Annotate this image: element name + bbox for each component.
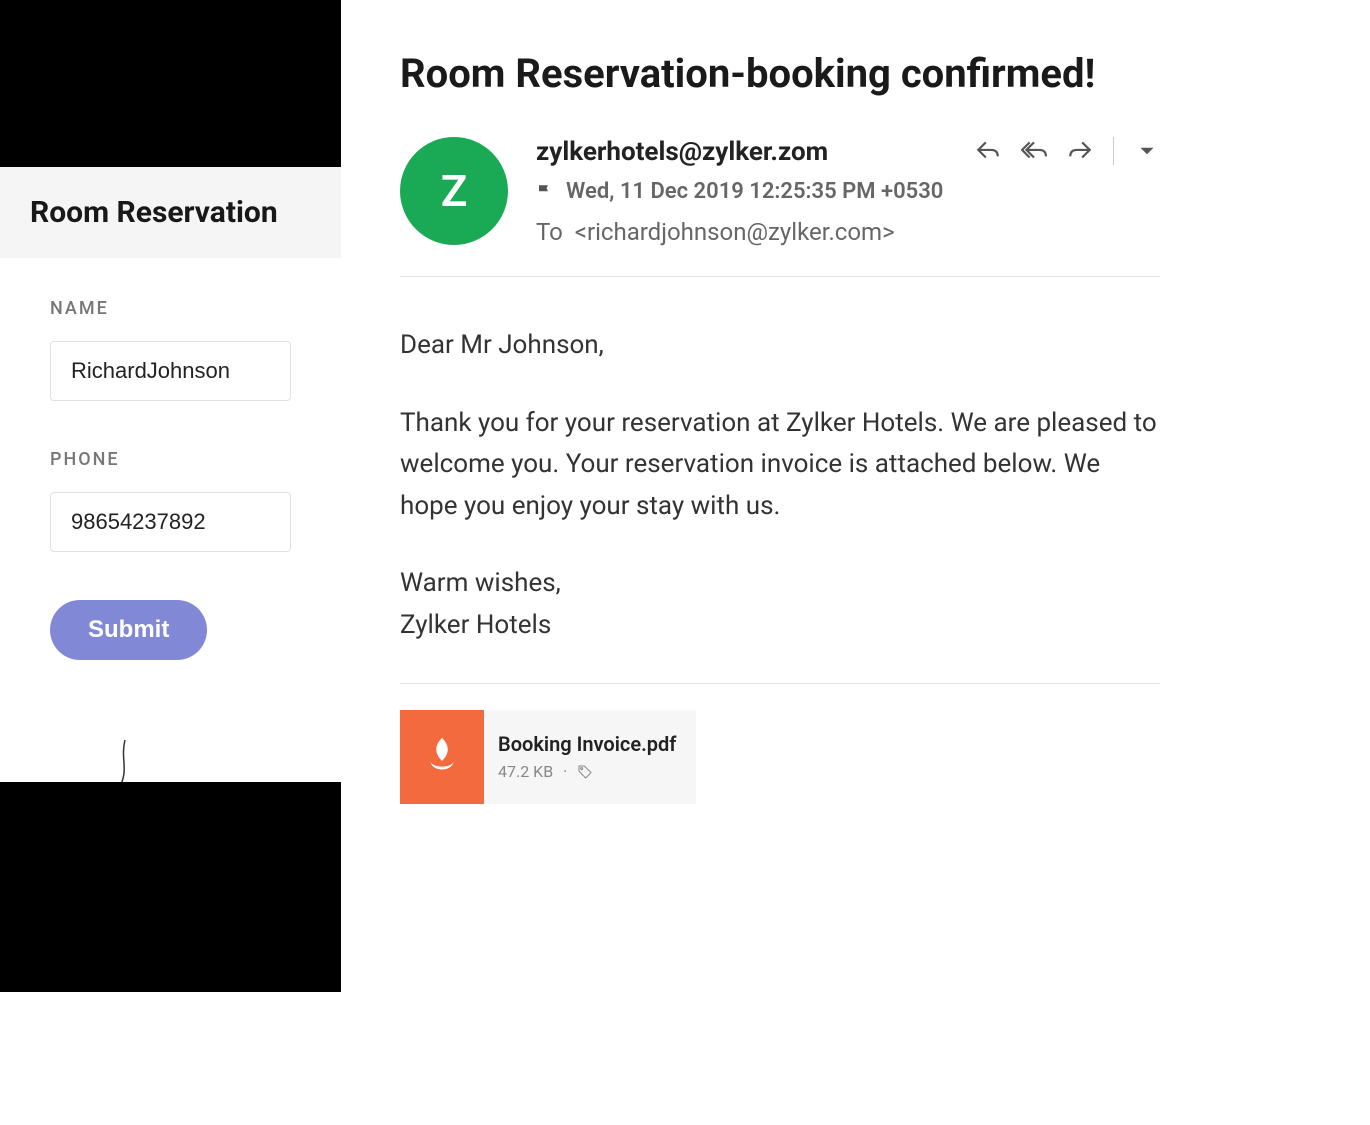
name-input[interactable] — [50, 341, 291, 401]
email-date: Wed, 11 Dec 2019 12:25:35 PM +0530 — [566, 179, 943, 204]
to-label: To — [536, 218, 563, 246]
email-closing: Warm wishes, Zylker Hotels — [400, 563, 1160, 646]
email-panel: Room Reservation-booking confirmed! Z zy… — [400, 50, 1160, 804]
action-divider — [1113, 137, 1114, 165]
email-header: Z zylkerhotels@zylker.zom Wed, 11 Dec 20… — [400, 137, 1160, 276]
to-address: <richardjohnson@zylker.com> — [575, 218, 895, 246]
attachment-meta: 47.2 KB · — [498, 762, 676, 781]
tag-icon[interactable] — [577, 764, 593, 780]
form-body: NAME PHONE Submit — [0, 258, 341, 660]
attachment[interactable]: Booking Invoice.pdf 47.2 KB · — [400, 710, 696, 804]
forward-icon[interactable] — [1067, 138, 1093, 164]
pdf-icon — [400, 710, 484, 804]
bottom-black-bar — [0, 782, 341, 992]
email-body-text: Thank you for your reservation at Zylker… — [400, 403, 1160, 528]
attachment-name: Booking Invoice.pdf — [498, 732, 676, 756]
phone-input[interactable] — [50, 492, 291, 552]
email-body: Dear Mr Johnson, Thank you for your rese… — [400, 277, 1160, 647]
email-greeting: Dear Mr Johnson, — [400, 325, 1160, 367]
attachment-size: 47.2 KB — [498, 762, 553, 781]
attachment-info: Booking Invoice.pdf 47.2 KB · — [484, 722, 690, 791]
form-panel: Room Reservation NAME PHONE Submit — [0, 0, 341, 990]
form-title: Room Reservation — [0, 167, 341, 258]
flag-icon[interactable] — [536, 183, 554, 201]
body-divider — [400, 683, 1160, 684]
reply-icon[interactable] — [975, 138, 1001, 164]
submit-button[interactable]: Submit — [50, 600, 207, 660]
email-subject: Room Reservation-booking confirmed! — [400, 50, 1160, 97]
top-black-bar — [0, 0, 341, 167]
name-label: NAME — [50, 298, 291, 319]
reply-all-icon[interactable] — [1021, 138, 1047, 164]
email-actions — [975, 137, 1160, 165]
sender-avatar: Z — [400, 137, 508, 245]
to-line: To <richardjohnson@zylker.com> — [536, 218, 1160, 246]
phone-label: PHONE — [50, 449, 291, 470]
date-row: Wed, 11 Dec 2019 12:25:35 PM +0530 — [536, 179, 1160, 204]
chevron-down-icon[interactable] — [1134, 138, 1160, 164]
